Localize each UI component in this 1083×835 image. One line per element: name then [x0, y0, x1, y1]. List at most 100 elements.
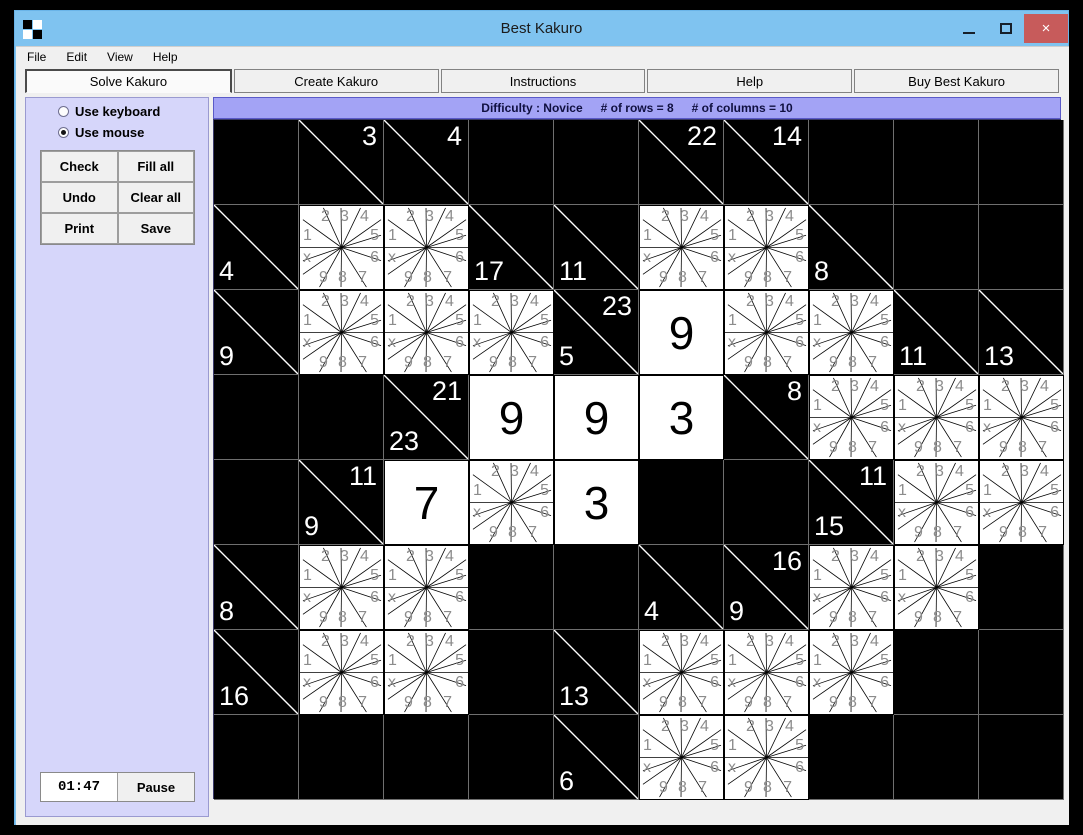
pencil-mark-x[interactable]: x — [643, 760, 651, 776]
pencil-mark-2[interactable]: 2 — [1001, 379, 1010, 395]
radio-use-mouse[interactable]: Use mouse — [58, 125, 208, 140]
pencil-mark-8[interactable]: 8 — [848, 440, 857, 456]
pencil-mark-6[interactable]: 6 — [710, 760, 719, 776]
pencil-mark-7[interactable]: 7 — [1038, 525, 1047, 541]
pencil-mark-x[interactable]: x — [898, 505, 906, 521]
pencil-mark-8[interactable]: 8 — [1018, 440, 1027, 456]
pencil-mark-9[interactable]: 9 — [999, 525, 1008, 541]
pencil-mark-x[interactable]: x — [983, 420, 991, 436]
pencil-mark-3[interactable]: 3 — [425, 294, 434, 310]
pencil-mark-2[interactable]: 2 — [661, 719, 670, 735]
pencil-mark-8[interactable]: 8 — [508, 525, 517, 541]
pencil-mark-9[interactable]: 9 — [744, 270, 753, 286]
pencil-mark-x[interactable]: x — [303, 250, 311, 266]
pencil-mark-6[interactable]: 6 — [370, 590, 379, 606]
pencil-mark-2[interactable]: 2 — [661, 634, 670, 650]
pencil-mark-9[interactable]: 9 — [829, 440, 838, 456]
pencil-mark-3[interactable]: 3 — [1020, 379, 1029, 395]
pencil-mark-x[interactable]: x — [728, 675, 736, 691]
pencil-mark-3[interactable]: 3 — [340, 634, 349, 650]
pencil-mark-9[interactable]: 9 — [319, 695, 328, 711]
pencil-mark-2[interactable]: 2 — [916, 464, 925, 480]
pencil-mark-4[interactable]: 4 — [700, 719, 709, 735]
grid-open-cell[interactable]: 12345 6789x — [979, 375, 1064, 460]
pencil-mark-3[interactable]: 3 — [850, 549, 859, 565]
pencil-mark-8[interactable]: 8 — [338, 695, 347, 711]
pencil-mark-2[interactable]: 2 — [916, 549, 925, 565]
grid-open-cell[interactable]: 12345 6789x — [384, 205, 469, 290]
pencil-mark-6[interactable]: 6 — [455, 590, 464, 606]
pencil-mark-x[interactable]: x — [473, 335, 481, 351]
grid-open-cell[interactable]: 12345 6789x — [724, 290, 809, 375]
grid-answer-cell[interactable]: 9 — [639, 290, 724, 375]
pencil-mark-1[interactable]: 1 — [303, 568, 312, 584]
pencil-mark-1[interactable]: 1 — [388, 653, 397, 669]
pencil-mark-4[interactable]: 4 — [700, 634, 709, 650]
pencil-mark-1[interactable]: 1 — [473, 483, 482, 499]
pencil-mark-1[interactable]: 1 — [643, 653, 652, 669]
pencil-mark-4[interactable]: 4 — [530, 464, 539, 480]
pencil-mark-9[interactable]: 9 — [999, 440, 1008, 456]
pencil-mark-6[interactable]: 6 — [795, 335, 804, 351]
pencil-mark-9[interactable]: 9 — [659, 780, 668, 796]
pencil-mark-7[interactable]: 7 — [953, 610, 962, 626]
pencil-mark-8[interactable]: 8 — [678, 695, 687, 711]
pencil-mark-1[interactable]: 1 — [983, 483, 992, 499]
tab-solve-kakuro[interactable]: Solve Kakuro — [25, 69, 232, 93]
grid-answer-cell[interactable]: 9 — [469, 375, 554, 460]
pencil-mark-4[interactable]: 4 — [445, 634, 454, 650]
pencil-mark-6[interactable]: 6 — [540, 335, 549, 351]
pencil-mark-2[interactable]: 2 — [406, 549, 415, 565]
pencil-mark-5[interactable]: 5 — [455, 313, 464, 329]
pencil-mark-6[interactable]: 6 — [710, 250, 719, 266]
pencil-mark-5[interactable]: 5 — [795, 313, 804, 329]
pencil-mark-8[interactable]: 8 — [763, 355, 772, 371]
grid-open-cell[interactable]: 12345 6789x — [384, 290, 469, 375]
pencil-mark-3[interactable]: 3 — [340, 549, 349, 565]
pencil-mark-9[interactable]: 9 — [489, 355, 498, 371]
pencil-mark-x[interactable]: x — [388, 250, 396, 266]
close-button[interactable]: × — [1024, 14, 1068, 43]
pencil-mark-2[interactable]: 2 — [406, 634, 415, 650]
pencil-mark-7[interactable]: 7 — [783, 270, 792, 286]
pencil-mark-9[interactable]: 9 — [319, 270, 328, 286]
grid-open-cell[interactable]: 12345 6789x — [299, 545, 384, 630]
pencil-mark-6[interactable]: 6 — [455, 250, 464, 266]
pencil-mark-3[interactable]: 3 — [935, 549, 944, 565]
pencil-mark-7[interactable]: 7 — [868, 355, 877, 371]
pencil-mark-6[interactable]: 6 — [370, 250, 379, 266]
menu-item-edit[interactable]: Edit — [63, 49, 90, 65]
pencil-mark-3[interactable]: 3 — [680, 634, 689, 650]
pencil-mark-6[interactable]: 6 — [710, 675, 719, 691]
pencil-mark-5[interactable]: 5 — [540, 483, 549, 499]
check-button[interactable]: Check — [41, 151, 118, 182]
grid-open-cell[interactable]: 12345 6789x — [469, 460, 554, 545]
pencil-mark-9[interactable]: 9 — [319, 355, 328, 371]
pencil-mark-1[interactable]: 1 — [898, 568, 907, 584]
pencil-mark-7[interactable]: 7 — [358, 355, 367, 371]
maximize-button[interactable] — [987, 14, 1024, 43]
pencil-mark-4[interactable]: 4 — [785, 634, 794, 650]
grid-answer-cell[interactable]: 3 — [639, 375, 724, 460]
pencil-mark-2[interactable]: 2 — [831, 634, 840, 650]
pencil-mark-7[interactable]: 7 — [868, 695, 877, 711]
pencil-mark-1[interactable]: 1 — [303, 228, 312, 244]
pencil-mark-9[interactable]: 9 — [319, 610, 328, 626]
pencil-mark-8[interactable]: 8 — [423, 355, 432, 371]
pencil-mark-x[interactable]: x — [813, 420, 821, 436]
fill-all-button[interactable]: Fill all — [117, 151, 194, 182]
grid-open-cell[interactable]: 12345 6789x — [724, 205, 809, 290]
pencil-mark-1[interactable]: 1 — [303, 313, 312, 329]
pencil-mark-3[interactable]: 3 — [425, 634, 434, 650]
grid-open-cell[interactable]: 12345 6789x — [724, 630, 809, 715]
pencil-mark-5[interactable]: 5 — [370, 228, 379, 244]
pencil-mark-1[interactable]: 1 — [473, 313, 482, 329]
grid-open-cell[interactable]: 12345 6789x — [979, 460, 1064, 545]
pencil-mark-6[interactable]: 6 — [880, 675, 889, 691]
pencil-mark-2[interactable]: 2 — [831, 294, 840, 310]
pencil-mark-2[interactable]: 2 — [746, 634, 755, 650]
pencil-mark-3[interactable]: 3 — [850, 294, 859, 310]
tab-buy-best-kakuro[interactable]: Buy Best Kakuro — [854, 69, 1059, 93]
pencil-mark-9[interactable]: 9 — [744, 695, 753, 711]
pencil-mark-5[interactable]: 5 — [540, 313, 549, 329]
